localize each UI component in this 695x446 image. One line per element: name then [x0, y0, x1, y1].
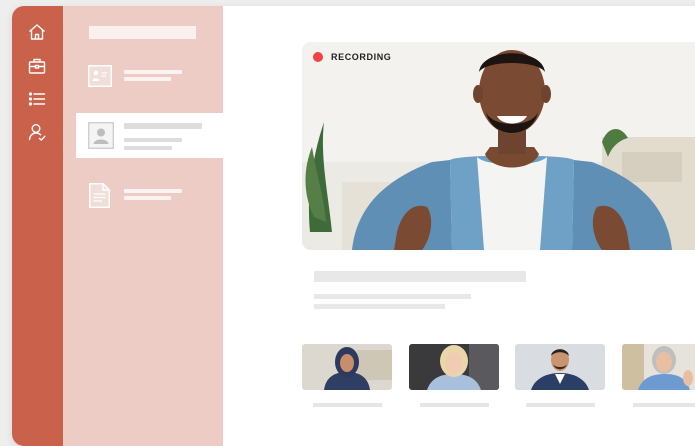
item-line	[124, 196, 171, 200]
presenter-video-frame	[302, 42, 695, 250]
panel-title-placeholder	[89, 26, 196, 39]
item-line	[124, 123, 202, 129]
icon-rail	[12, 6, 63, 446]
participant-name-placeholder	[313, 403, 382, 407]
main-video[interactable]: RECORDING	[302, 42, 695, 250]
participant-woman-hijab-image	[302, 344, 392, 390]
participant-name-placeholder	[633, 403, 695, 407]
presentation-icon	[88, 65, 112, 87]
participant-thumbnail[interactable]	[409, 344, 499, 390]
app-window: RECORDING	[12, 6, 695, 446]
item-line	[124, 77, 171, 81]
main-content: RECORDING	[223, 6, 695, 446]
participant-woman-blonde-image	[409, 344, 499, 390]
panel-item-contact-active[interactable]	[76, 113, 223, 158]
panel-item-document[interactable]	[63, 180, 223, 224]
item-line	[124, 70, 182, 74]
contact-card-icon	[88, 122, 114, 149]
participant-woman-gray-hair-image	[622, 344, 695, 390]
participant-name-placeholder	[420, 403, 489, 407]
recording-label: RECORDING	[331, 52, 392, 62]
panel-item-presentation[interactable]	[63, 54, 223, 98]
text-placeholder	[314, 304, 445, 309]
home-icon[interactable]	[25, 20, 49, 44]
item-line	[124, 146, 172, 150]
briefcase-icon[interactable]	[25, 54, 49, 78]
list-icon[interactable]	[25, 87, 49, 111]
user-icon[interactable]	[25, 120, 49, 144]
text-placeholder	[314, 294, 471, 299]
participant-name-placeholder	[526, 403, 595, 407]
title-placeholder	[314, 271, 526, 282]
recording-indicator: RECORDING	[313, 52, 391, 62]
document-icon	[89, 183, 110, 208]
recording-dot-icon	[313, 52, 323, 62]
participant-thumbnail[interactable]	[302, 344, 392, 390]
item-line	[124, 138, 182, 142]
participant-man-suit-image	[515, 344, 605, 390]
secondary-panel	[63, 6, 223, 446]
item-line	[124, 189, 182, 193]
participant-thumbnail[interactable]	[622, 344, 695, 390]
participant-thumbnail[interactable]	[515, 344, 605, 390]
